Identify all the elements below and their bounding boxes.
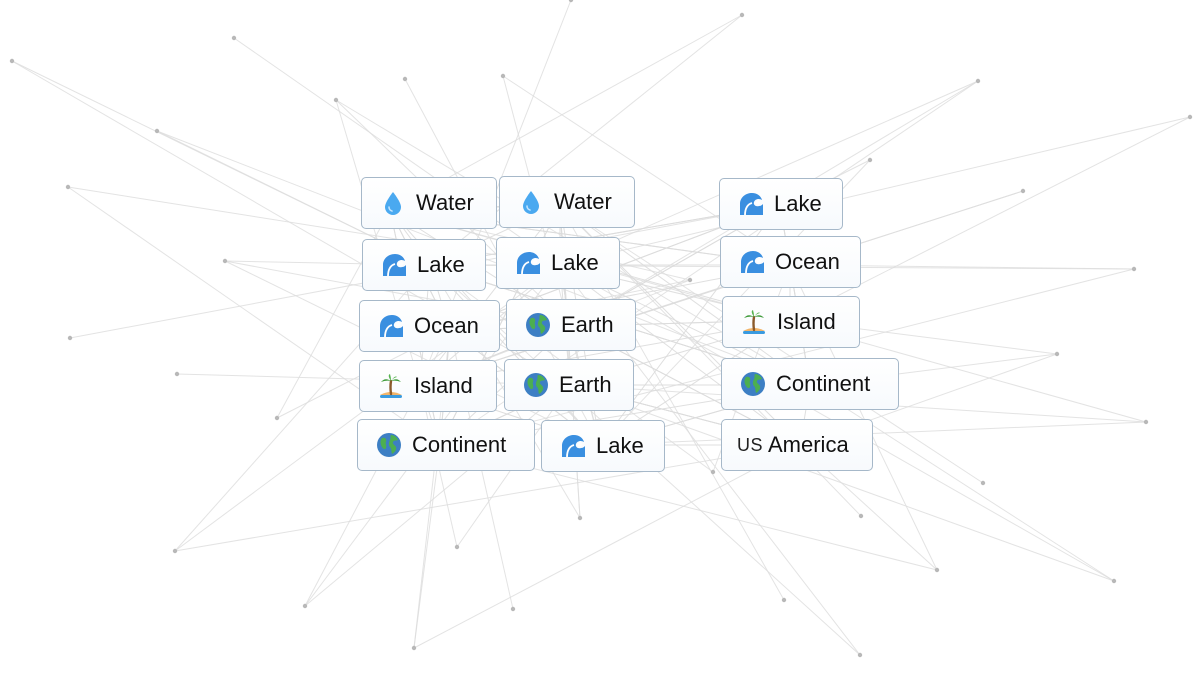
element-label: Earth — [559, 372, 612, 397]
element-label: Lake — [551, 250, 599, 275]
element-label: Ocean — [414, 313, 479, 338]
element-tile-island[interactable]: Island — [722, 296, 860, 348]
water-drop-icon — [380, 190, 406, 216]
element-label: Island — [414, 373, 473, 398]
element-tile-america[interactable]: US America — [721, 419, 873, 471]
element-tile-ocean[interactable]: Ocean — [720, 236, 861, 288]
element-tile-water[interactable]: Water — [361, 177, 497, 229]
element-tile-island[interactable]: Island — [359, 360, 497, 412]
element-label: Continent — [776, 371, 871, 396]
wave-icon — [381, 252, 407, 278]
element-label: Lake — [774, 191, 822, 216]
element-tile-earth[interactable]: Earth — [506, 299, 636, 351]
element-tile-lake[interactable]: Lake — [496, 237, 620, 289]
globe-icon — [525, 312, 551, 338]
wave-icon — [738, 191, 764, 217]
element-label: Ocean — [775, 249, 840, 274]
globe-icon — [523, 372, 549, 398]
element-tile-continent[interactable]: Continent — [357, 419, 535, 471]
water-drop-icon — [518, 189, 544, 215]
globe-icon — [376, 432, 402, 458]
element-label: America — [768, 432, 849, 457]
element-label: Island — [777, 309, 836, 334]
element-tile-continent[interactable]: Continent — [721, 358, 899, 410]
element-tile-lake[interactable]: Lake — [362, 239, 486, 291]
element-label: Water — [554, 189, 612, 214]
palm-island-icon — [378, 373, 404, 399]
element-tile-earth[interactable]: Earth — [504, 359, 634, 411]
element-label: Lake — [417, 252, 465, 277]
globe-icon — [740, 371, 766, 397]
element-label: Earth — [561, 312, 614, 337]
wave-icon — [378, 313, 404, 339]
element-tile-lake[interactable]: Lake — [719, 178, 843, 230]
us-flag-icon: US — [737, 434, 764, 455]
element-tile-lake[interactable]: Lake — [541, 420, 665, 472]
element-label: Water — [416, 190, 474, 215]
wave-icon — [560, 433, 586, 459]
element-tile-ocean[interactable]: Ocean — [359, 300, 500, 352]
element-label: Continent — [412, 432, 507, 457]
element-label: Lake — [596, 433, 644, 458]
element-tile-water[interactable]: Water — [499, 176, 635, 228]
wave-icon — [739, 249, 765, 275]
wave-icon — [515, 250, 541, 276]
palm-island-icon — [741, 309, 767, 335]
